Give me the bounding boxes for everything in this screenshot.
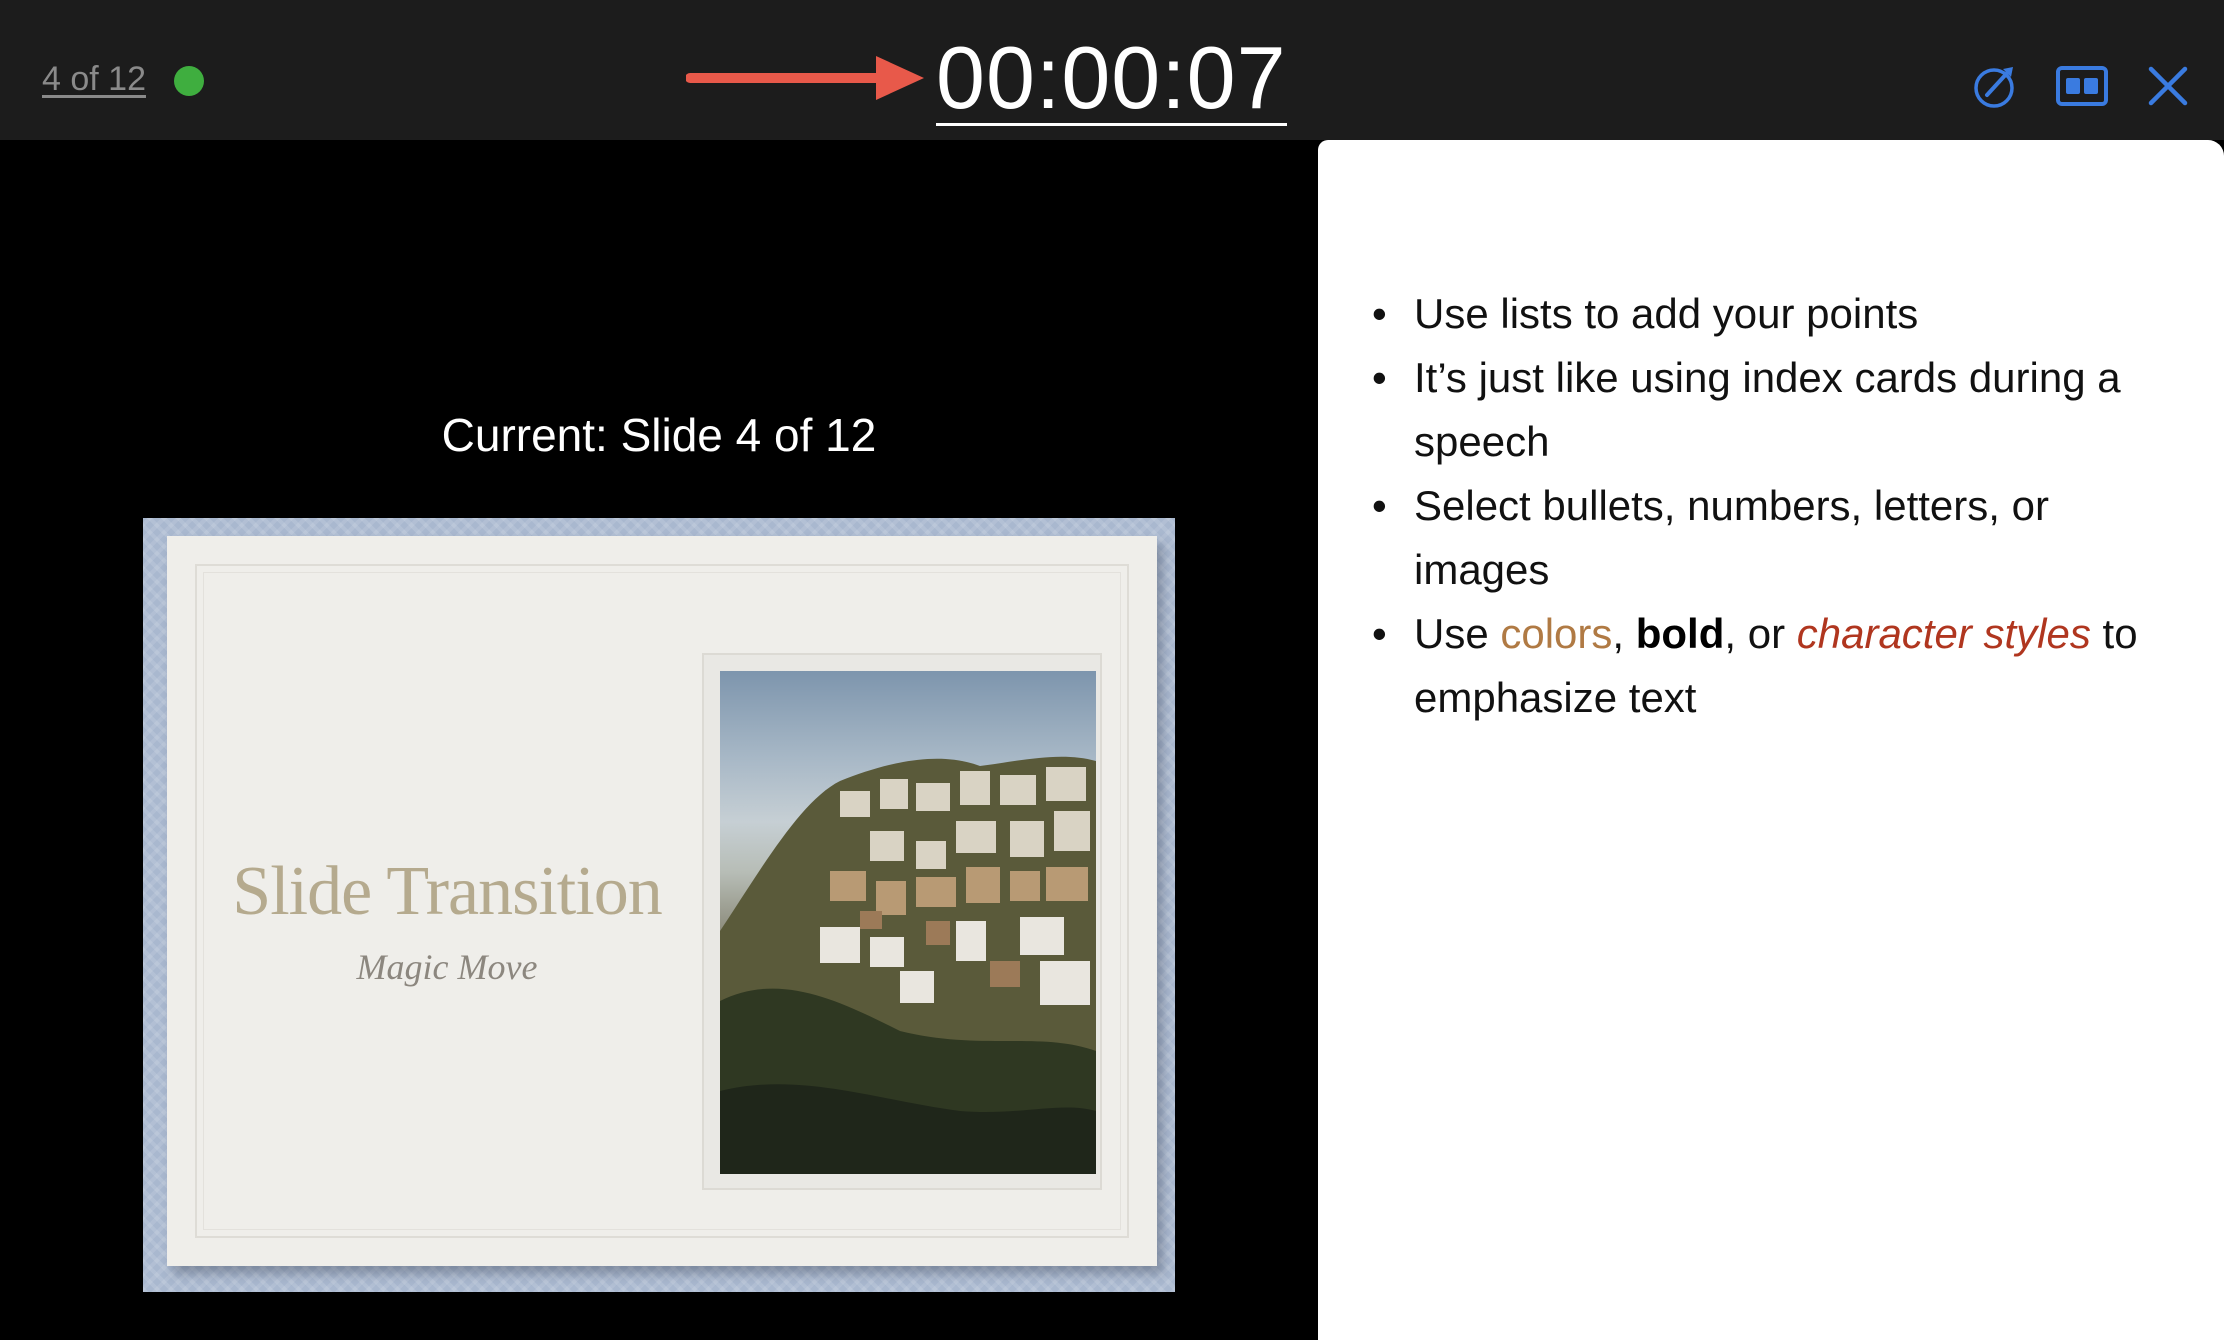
notes-list: • Use lists to add your points • It’s just… xyxy=(1372,282,2174,730)
layout-button[interactable] xyxy=(2054,60,2110,112)
colored-text: colors xyxy=(1500,610,1613,657)
slide-counter[interactable]: 4 of 12 xyxy=(42,60,146,99)
current-slide-label: Current: Slide 4 of 12 xyxy=(441,409,877,461)
slide-subtitle: Magic Move xyxy=(356,947,538,987)
close-icon xyxy=(2148,66,2188,106)
presenter-toolbar: 4 of 12 00:00:07 xyxy=(0,0,2224,140)
close-button[interactable] xyxy=(2142,60,2194,112)
presenter-notes-panel[interactable]: • Use lists to add your points • It’s just… xyxy=(1318,140,2224,1340)
notes-bullet-styled: • Use colors, bold, or character styles t… xyxy=(1372,610,2138,721)
notes-bullet: • Select bullets, numbers, letters, or im… xyxy=(1372,482,2049,593)
layout-icon xyxy=(2056,66,2108,106)
slide-card: Slide Transition Magic Move xyxy=(167,536,1157,1266)
current-slide-pane: Current: Slide 4 of 12 Slide Transition … xyxy=(0,140,1318,1340)
bold-text: bold xyxy=(1635,610,1725,657)
hillside-village-photo xyxy=(720,671,1096,1174)
annotate-icon xyxy=(1974,67,2014,108)
notes-bullet: • It’s just like using index cards during… xyxy=(1372,354,2121,465)
annotate-button[interactable] xyxy=(1970,60,2022,112)
character-style-text: character styles xyxy=(1796,610,2091,657)
current-slide-thumbnail[interactable]: Slide Transition Magic Move xyxy=(143,518,1175,1292)
notes-bullet: • Use lists to add your points xyxy=(1372,290,1919,337)
arrow-annotation-icon xyxy=(686,56,924,100)
photo-frame xyxy=(702,653,1102,1190)
elapsed-timer[interactable]: 00:00:07 xyxy=(936,30,1287,126)
ready-status-dot xyxy=(174,66,204,96)
slide-title: Slide Transition xyxy=(232,853,662,930)
